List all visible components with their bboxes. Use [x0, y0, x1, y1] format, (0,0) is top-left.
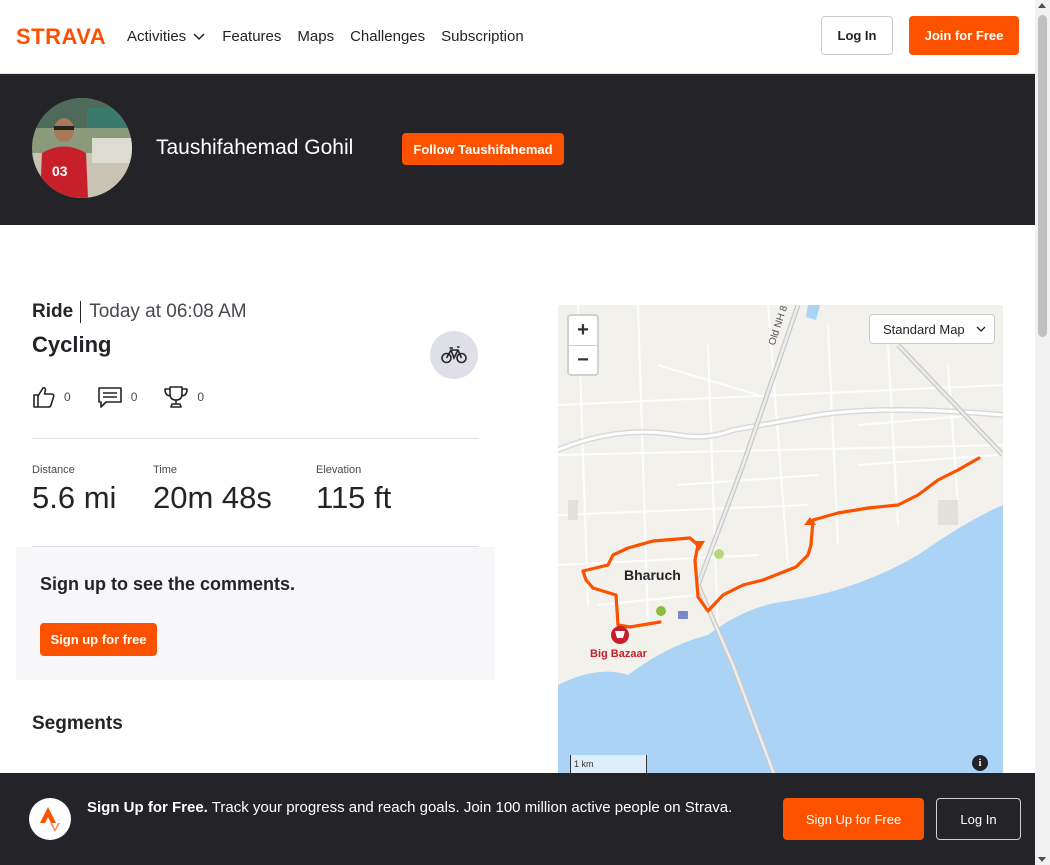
strava-chevron-icon: [40, 807, 60, 832]
nav-menu: Activities Features Maps Challenges Subs…: [127, 25, 524, 47]
top-navigation: STRAVA Activities Features Maps Challeng…: [0, 0, 1035, 74]
athlete-header: 03 Taushifahemad Gohil Follow Taushifahe…: [0, 74, 1035, 225]
signup-free-button[interactable]: Sign up for free: [40, 623, 157, 656]
activity-header: Ride Today at 06:08 AM: [32, 301, 247, 323]
city-label: Bharuch: [624, 567, 681, 583]
scroll-thumb[interactable]: [1038, 15, 1047, 337]
activity-date: Today at 06:08 AM: [89, 301, 247, 322]
comment-icon: [97, 387, 122, 408]
nav-item-maps[interactable]: Maps: [297, 25, 334, 47]
achievements-value: 0: [197, 390, 205, 404]
nav-item-label: Challenges: [350, 27, 426, 45]
stat-label: Distance: [32, 464, 75, 476]
chevron-down-icon: [193, 33, 205, 41]
map-style-select[interactable]: Standard Map: [869, 314, 995, 344]
thumbs-up-icon: [33, 386, 55, 408]
nav-item-label: Subscription: [441, 27, 524, 45]
achievements-count[interactable]: 0: [163, 385, 204, 409]
scroll-up-arrow-icon[interactable]: [1038, 3, 1046, 8]
nav-item-activities[interactable]: Activities: [127, 25, 206, 47]
stat-label: Elevation: [316, 464, 362, 476]
map-scale: 1 km: [570, 755, 647, 775]
kudos-count[interactable]: 0: [32, 385, 71, 409]
comments-signup-box: Sign up to see the comments. Sign up for…: [16, 547, 495, 680]
follow-button[interactable]: Follow Taushifahemad: [402, 133, 564, 165]
join-button[interactable]: Join for Free: [909, 16, 1019, 55]
activity-type: Ride: [32, 301, 82, 323]
athlete-name[interactable]: Taushifahemad Gohil: [156, 136, 353, 160]
avatar-photo: 03: [32, 98, 132, 198]
strava-logo[interactable]: STRAVA: [16, 26, 112, 46]
segments-heading: Segments: [32, 713, 123, 734]
zoom-in-button[interactable]: +: [569, 316, 597, 345]
divider: [32, 438, 479, 439]
stat-value: 20m 48s: [153, 480, 272, 515]
signup-banner-body: Track your progress and reach goals. Joi…: [211, 799, 733, 816]
signup-banner-headline: Sign Up for Free.: [87, 799, 208, 816]
nav-item-features[interactable]: Features: [222, 25, 281, 47]
login-button[interactable]: Log In: [821, 16, 893, 55]
route-direction-arrow: [693, 541, 705, 551]
nav-item-challenges[interactable]: Challenges: [350, 25, 425, 47]
comments-signup-title: Sign up to see the comments.: [40, 574, 296, 594]
zoom-out-button[interactable]: −: [569, 346, 597, 375]
map-zoom-controls: + −: [567, 314, 599, 376]
map-style-value: Standard Map: [883, 321, 965, 337]
sport-badge: [430, 331, 478, 379]
nav-item-subscription[interactable]: Subscription: [441, 25, 524, 47]
nav-item-label: Features: [222, 27, 282, 45]
signup-banner: Sign Up for Free. Track your progress an…: [0, 773, 1035, 865]
activity-map[interactable]: + − Standard Map Old NH 8 Bharuch Big Ba…: [558, 305, 1003, 785]
stat-value: 115 ft: [316, 480, 392, 515]
info-icon[interactable]: i: [972, 755, 988, 771]
nav-item-label: Maps: [297, 27, 335, 45]
poi-marker: [678, 611, 688, 619]
pond-water: [806, 305, 820, 320]
bike-icon: [441, 346, 467, 364]
nav-item-label: Activities: [127, 27, 187, 45]
stat-elevation: Elevation 115 ft: [316, 464, 391, 516]
river-water: [558, 505, 1003, 785]
svg-text:03: 03: [52, 163, 68, 179]
signup-banner-text: Sign Up for Free. Track your progress an…: [87, 797, 767, 819]
scroll-down-arrow-icon[interactable]: [1038, 857, 1046, 862]
social-counts: 0 0 0: [32, 385, 204, 409]
kudos-value: 0: [64, 390, 71, 404]
strava-activity-page: STRAVA Activities Features Maps Challeng…: [0, 0, 1050, 865]
activity-title: Cycling: [32, 332, 112, 357]
svg-text:STRAVA: STRAVA: [16, 26, 106, 46]
map-tiles: [558, 305, 1003, 785]
strava-badge-icon: [29, 798, 71, 840]
comments-value: 0: [130, 390, 138, 404]
stat-label: Time: [153, 464, 178, 476]
comments-count[interactable]: 0: [97, 385, 138, 409]
page-scrollbar[interactable]: [1035, 0, 1050, 865]
trophy-icon: [164, 386, 189, 408]
stat-value: 5.6 mi: [32, 480, 117, 515]
poi-label: Big Bazaar: [590, 648, 647, 660]
park-marker: [714, 549, 724, 559]
banner-login-button[interactable]: Log In: [936, 798, 1021, 840]
stat-time: Time 20m 48s: [153, 464, 272, 516]
stat-distance: Distance 5.6 mi: [32, 464, 116, 516]
athlete-avatar[interactable]: 03: [32, 98, 132, 198]
chevron-down-icon: [976, 326, 986, 332]
park-marker: [656, 606, 666, 616]
banner-signup-button[interactable]: Sign Up for Free: [783, 798, 924, 840]
